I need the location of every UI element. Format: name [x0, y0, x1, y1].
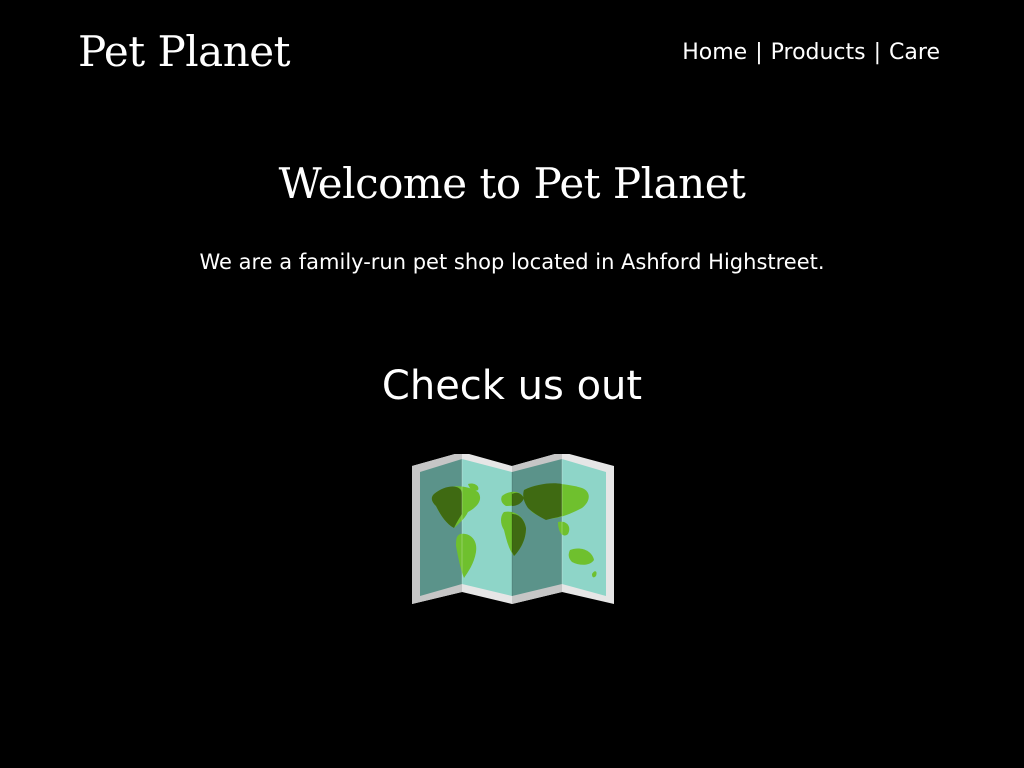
world-map-icon[interactable]	[406, 454, 620, 614]
main-nav: Home | Products | Care	[682, 38, 940, 68]
nav-separator: |	[873, 40, 882, 65]
site-header: Pet Planet Home | Products | Care	[0, 0, 1024, 110]
nav-home-link[interactable]: Home	[682, 40, 747, 65]
intro-text: We are a family-run pet shop located in …	[199, 250, 825, 274]
site-logo[interactable]: Pet Planet	[78, 26, 290, 78]
map-panel-1	[420, 459, 462, 596]
checkout-heading: Check us out	[381, 363, 643, 409]
nav-separator: |	[755, 40, 763, 65]
world-map-graphic	[412, 454, 614, 604]
nav-care-link[interactable]: Care	[889, 40, 940, 65]
welcome-heading: Welcome to Pet Planet	[278, 159, 746, 208]
nav-products-link[interactable]: Products	[771, 40, 866, 65]
